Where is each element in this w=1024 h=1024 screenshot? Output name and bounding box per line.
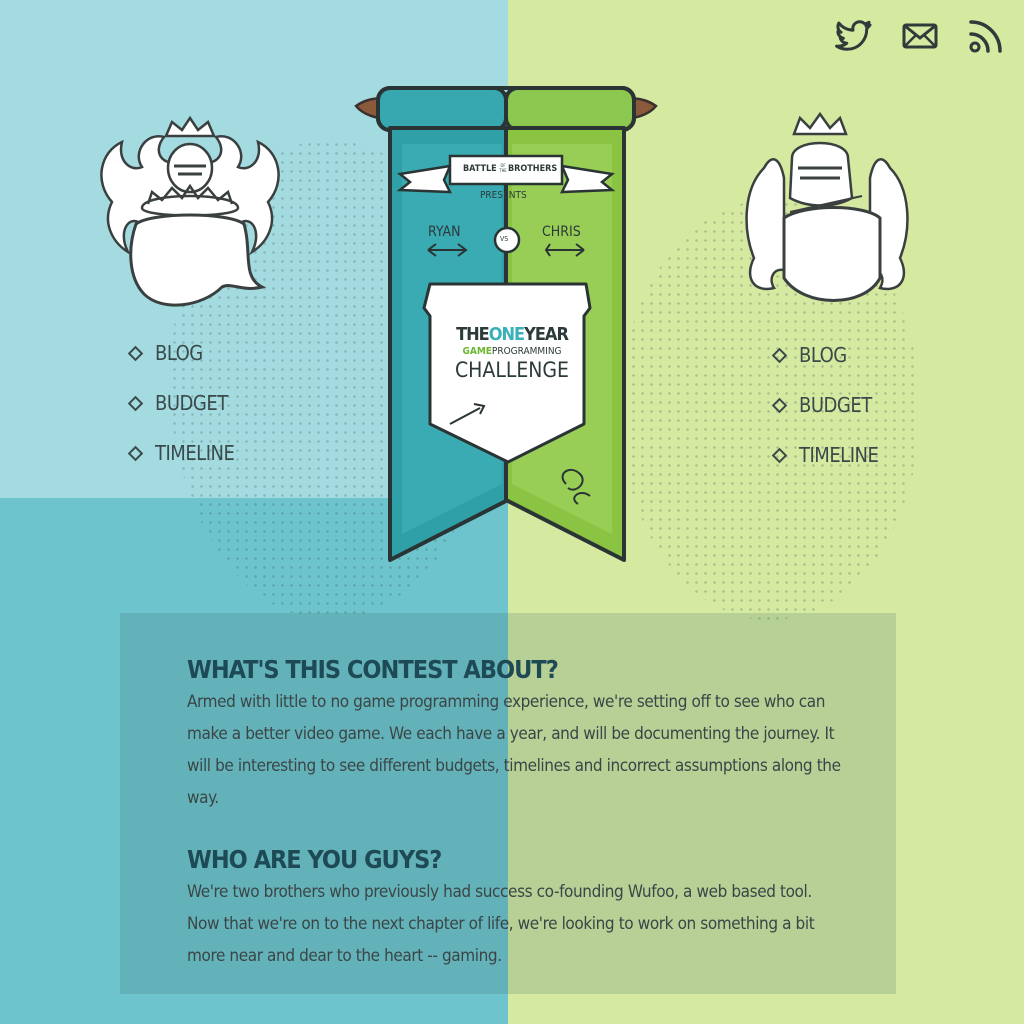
left-nav-timeline[interactable]: TIMELINE bbox=[126, 428, 235, 478]
player-left: RYAN bbox=[428, 224, 461, 240]
diamond-bullet-icon bbox=[771, 347, 788, 363]
vs-label: VS bbox=[500, 235, 509, 243]
rss-icon bbox=[969, 20, 1002, 53]
left-crest bbox=[92, 112, 288, 318]
social-links bbox=[834, 16, 1006, 56]
contest-heading: WHAT'S THIS CONTEST ABOUT? bbox=[187, 655, 559, 684]
right-nav-blog[interactable]: BLOG bbox=[770, 330, 878, 380]
nav-label: TIMELINE bbox=[155, 441, 235, 465]
right-nav-timeline[interactable]: TIMELINE bbox=[770, 430, 879, 480]
title-game: GAME bbox=[462, 346, 492, 357]
contest-section: WHAT'S THIS CONTEST ABOUT? Armed with li… bbox=[187, 655, 847, 814]
right-crest bbox=[734, 108, 920, 312]
presents-label: PRESENTS bbox=[480, 190, 527, 201]
about-panel: WHAT'S THIS CONTEST ABOUT? Armed with li… bbox=[120, 613, 896, 994]
about-us-body: We're two brothers who previously had su… bbox=[187, 882, 815, 966]
nav-label: TIMELINE bbox=[799, 443, 879, 467]
title-programming: PROGRAMMING bbox=[491, 346, 562, 357]
ribbon-brothers: BROTHERS bbox=[508, 164, 558, 174]
ribbon-battle: BATTLE bbox=[463, 164, 497, 174]
title-year: YEAR bbox=[524, 324, 569, 345]
left-nav-budget[interactable]: BUDGET bbox=[126, 378, 234, 428]
right-nav-budget[interactable]: BUDGET bbox=[770, 380, 878, 430]
twitter-link[interactable] bbox=[834, 16, 874, 56]
challenge-banner: BATTLE OF THE BROTHERS PRESENTS RYAN VS … bbox=[350, 84, 662, 568]
nav-label: BLOG bbox=[799, 343, 847, 367]
diamond-bullet-icon bbox=[127, 345, 144, 361]
nav-label: BUDGET bbox=[155, 391, 228, 415]
title-challenge: CHALLENGE bbox=[454, 358, 569, 382]
contest-body: Armed with little to no game programming… bbox=[187, 692, 841, 808]
title-the: THE bbox=[456, 324, 490, 345]
left-nav: BLOG BUDGET TIMELINE bbox=[126, 328, 235, 478]
nav-label: BLOG bbox=[155, 341, 203, 365]
email-link[interactable] bbox=[900, 16, 940, 56]
left-nav-blog[interactable]: BLOG bbox=[126, 328, 234, 378]
twitter-icon bbox=[835, 20, 872, 51]
about-us-heading: WHO ARE YOU GUYS? bbox=[187, 845, 442, 874]
right-nav: BLOG BUDGET TIMELINE bbox=[770, 330, 879, 480]
title-one: ONE bbox=[488, 324, 525, 345]
diamond-bullet-icon bbox=[127, 395, 144, 411]
diamond-bullet-icon bbox=[771, 397, 788, 413]
rss-link[interactable] bbox=[966, 16, 1006, 56]
challenge-title: THEONEYEAR GAMEPROGRAMMING CHALLENGE bbox=[442, 326, 582, 381]
diamond-bullet-icon bbox=[771, 447, 788, 463]
nav-label: BUDGET bbox=[799, 393, 872, 417]
player-right: CHRIS bbox=[542, 224, 581, 240]
diamond-bullet-icon bbox=[127, 445, 144, 461]
mail-icon bbox=[902, 23, 938, 49]
about-us-section: WHO ARE YOU GUYS? We're two brothers who… bbox=[187, 845, 847, 972]
